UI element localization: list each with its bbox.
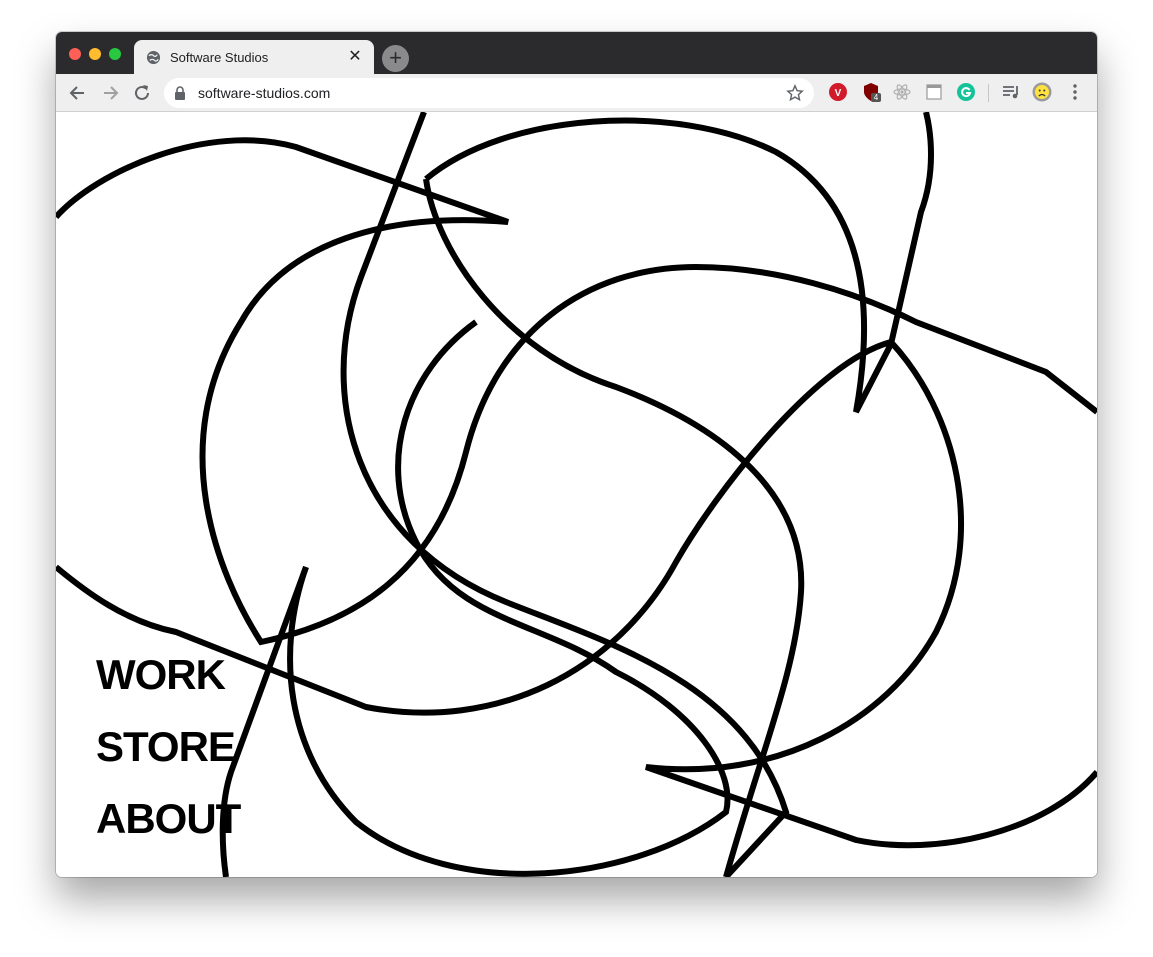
react-devtools-icon[interactable] (892, 82, 912, 102)
minimize-window-button[interactable] (89, 48, 101, 60)
nav-work-link[interactable]: WORK (96, 639, 240, 711)
star-icon[interactable] (786, 84, 804, 102)
nav-about-link[interactable]: ABOUT (96, 783, 241, 855)
close-icon[interactable]: ✕ (346, 48, 364, 66)
playlist-icon[interactable] (1001, 82, 1021, 102)
forward-arrow-icon[interactable] (99, 82, 121, 104)
back-arrow-icon[interactable] (67, 82, 89, 104)
reload-icon[interactable] (131, 82, 153, 104)
ublock-extension-icon[interactable]: 4 (861, 82, 881, 102)
svg-text:4: 4 (874, 93, 879, 102)
page-viewport: WORK STORE ABOUT (56, 112, 1097, 877)
browser-window: Software Studios ✕ + software-studios.co… (56, 32, 1097, 877)
address-text: software-studios.com (198, 85, 331, 101)
main-nav: WORK STORE ABOUT (96, 639, 241, 855)
tab-title: Software Studios (170, 50, 269, 65)
toolbar-divider (988, 84, 989, 102)
maximize-window-button[interactable] (109, 48, 121, 60)
new-tab-button[interactable]: + (382, 45, 409, 72)
tab-software-studios[interactable]: Software Studios ✕ (134, 40, 374, 76)
close-window-button[interactable] (69, 48, 81, 60)
svg-text:V: V (835, 88, 842, 99)
browser-toolbar: software-studios.com V 4 (56, 74, 1097, 112)
plus-icon: + (389, 45, 402, 70)
profile-avatar-icon[interactable] (1032, 82, 1052, 102)
tab-strip: Software Studios ✕ + (56, 32, 1097, 76)
address-bar[interactable]: software-studios.com (164, 78, 814, 108)
window-extension-icon[interactable] (924, 82, 944, 102)
globe-icon (146, 50, 161, 65)
more-menu-icon[interactable] (1065, 82, 1085, 102)
vpn-extension-icon[interactable]: V (828, 82, 848, 102)
grammarly-icon[interactable] (956, 82, 976, 102)
nav-store-link[interactable]: STORE (96, 711, 240, 783)
lock-icon (175, 86, 185, 100)
